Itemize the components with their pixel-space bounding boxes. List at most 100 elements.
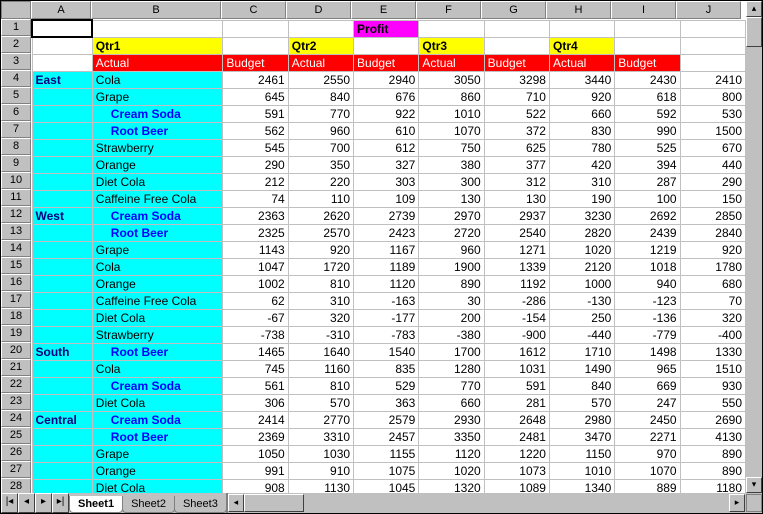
value-cell[interactable]: 591: [223, 105, 288, 122]
row-header-22[interactable]: 22: [1, 376, 31, 393]
value-cell[interactable]: 830: [549, 122, 614, 139]
cell[interactable]: [549, 20, 614, 37]
product-cell[interactable]: Cola: [92, 71, 223, 88]
row-header-17[interactable]: 17: [1, 291, 31, 308]
cell[interactable]: [32, 173, 92, 190]
cell[interactable]: [680, 54, 745, 71]
row-header-13[interactable]: 13: [1, 223, 31, 240]
row-header-27[interactable]: 27: [1, 461, 31, 478]
product-cell[interactable]: Cola: [92, 258, 223, 275]
value-cell[interactable]: 1180: [680, 479, 745, 493]
value-cell[interactable]: 62: [223, 292, 288, 309]
value-cell[interactable]: 310: [288, 292, 353, 309]
value-cell[interactable]: 74: [223, 190, 288, 207]
value-cell[interactable]: -154: [484, 309, 549, 326]
value-cell[interactable]: 780: [549, 139, 614, 156]
cell[interactable]: [32, 462, 92, 479]
value-cell[interactable]: 618: [615, 88, 680, 105]
value-cell[interactable]: 1192: [484, 275, 549, 292]
row-header-1[interactable]: 1: [1, 19, 31, 36]
product-cell[interactable]: Cream Soda: [92, 207, 223, 224]
value-cell[interactable]: 545: [223, 139, 288, 156]
value-cell[interactable]: 109: [354, 190, 419, 207]
value-cell[interactable]: 2620: [288, 207, 353, 224]
qtr-header[interactable]: Qtr3: [419, 37, 484, 54]
value-cell[interactable]: 3470: [549, 428, 614, 445]
value-cell[interactable]: 770: [419, 377, 484, 394]
row-header-4[interactable]: 4: [1, 70, 31, 87]
cell[interactable]: [419, 20, 484, 37]
value-cell[interactable]: 960: [288, 122, 353, 139]
cell[interactable]: [32, 377, 92, 394]
region-cell[interactable]: East: [32, 71, 92, 88]
value-cell[interactable]: 1498: [615, 343, 680, 360]
value-cell[interactable]: 835: [354, 360, 419, 377]
value-cell[interactable]: 350: [288, 156, 353, 173]
value-cell[interactable]: 1050: [223, 445, 288, 462]
cell[interactable]: [288, 20, 353, 37]
cell[interactable]: [32, 37, 92, 54]
value-cell[interactable]: 529: [354, 377, 419, 394]
value-cell[interactable]: 669: [615, 377, 680, 394]
cell[interactable]: [32, 479, 92, 493]
value-cell[interactable]: 2940: [354, 71, 419, 88]
value-cell[interactable]: 303: [354, 173, 419, 190]
value-cell[interactable]: 1070: [419, 122, 484, 139]
value-cell[interactable]: 287: [615, 173, 680, 190]
value-cell[interactable]: 100: [615, 190, 680, 207]
value-cell[interactable]: 922: [354, 105, 419, 122]
value-cell[interactable]: 890: [419, 275, 484, 292]
value-cell[interactable]: 2692: [615, 207, 680, 224]
value-cell[interactable]: 2410: [680, 71, 745, 88]
scroll-up-button[interactable]: ▴: [746, 1, 762, 17]
region-cell[interactable]: South: [32, 343, 92, 360]
value-cell[interactable]: 840: [288, 88, 353, 105]
value-cell[interactable]: 1155: [354, 445, 419, 462]
value-cell[interactable]: 890: [680, 445, 745, 462]
value-cell[interactable]: 591: [484, 377, 549, 394]
cell[interactable]: [32, 326, 92, 343]
value-cell[interactable]: 290: [680, 173, 745, 190]
value-cell[interactable]: 1150: [549, 445, 614, 462]
value-cell[interactable]: 3350: [419, 428, 484, 445]
first-sheet-button[interactable]: |◂: [1, 493, 18, 513]
value-cell[interactable]: 965: [615, 360, 680, 377]
product-cell[interactable]: Root Beer: [92, 224, 223, 241]
sub-header[interactable]: Budget: [223, 54, 288, 71]
value-cell[interactable]: 1900: [419, 258, 484, 275]
value-cell[interactable]: -163: [354, 292, 419, 309]
scroll-left-button[interactable]: ◂: [228, 494, 244, 512]
cell[interactable]: [32, 54, 92, 71]
value-cell[interactable]: 2970: [419, 207, 484, 224]
value-cell[interactable]: 372: [484, 122, 549, 139]
value-cell[interactable]: 1780: [680, 258, 745, 275]
value-cell[interactable]: -738: [223, 326, 288, 343]
product-cell[interactable]: Diet Cola: [92, 479, 223, 493]
cell[interactable]: [615, 37, 680, 54]
value-cell[interactable]: 1490: [549, 360, 614, 377]
horizontal-scrollbar[interactable]: ◂ ▸: [226, 493, 762, 513]
value-cell[interactable]: 1143: [223, 241, 288, 258]
col-header-J[interactable]: J: [676, 1, 741, 19]
value-cell[interactable]: 2271: [615, 428, 680, 445]
resize-corner[interactable]: [746, 494, 762, 512]
row-header-12[interactable]: 12: [1, 206, 31, 223]
value-cell[interactable]: 380: [419, 156, 484, 173]
value-cell[interactable]: 130: [484, 190, 549, 207]
value-cell[interactable]: 570: [288, 394, 353, 411]
col-header-B[interactable]: B: [91, 1, 221, 19]
sub-header[interactable]: Actual: [288, 54, 353, 71]
value-cell[interactable]: 525: [615, 139, 680, 156]
value-cell[interactable]: 561: [223, 377, 288, 394]
value-cell[interactable]: 30: [419, 292, 484, 309]
row-header-3[interactable]: 3: [1, 53, 31, 70]
value-cell[interactable]: 1320: [419, 479, 484, 493]
value-cell[interactable]: 1465: [223, 343, 288, 360]
value-cell[interactable]: -783: [354, 326, 419, 343]
qtr-header[interactable]: Qtr1: [92, 37, 223, 54]
value-cell[interactable]: 1160: [288, 360, 353, 377]
value-cell[interactable]: 320: [680, 309, 745, 326]
value-cell[interactable]: 2481: [484, 428, 549, 445]
row-header-21[interactable]: 21: [1, 359, 31, 376]
cell[interactable]: [32, 445, 92, 462]
